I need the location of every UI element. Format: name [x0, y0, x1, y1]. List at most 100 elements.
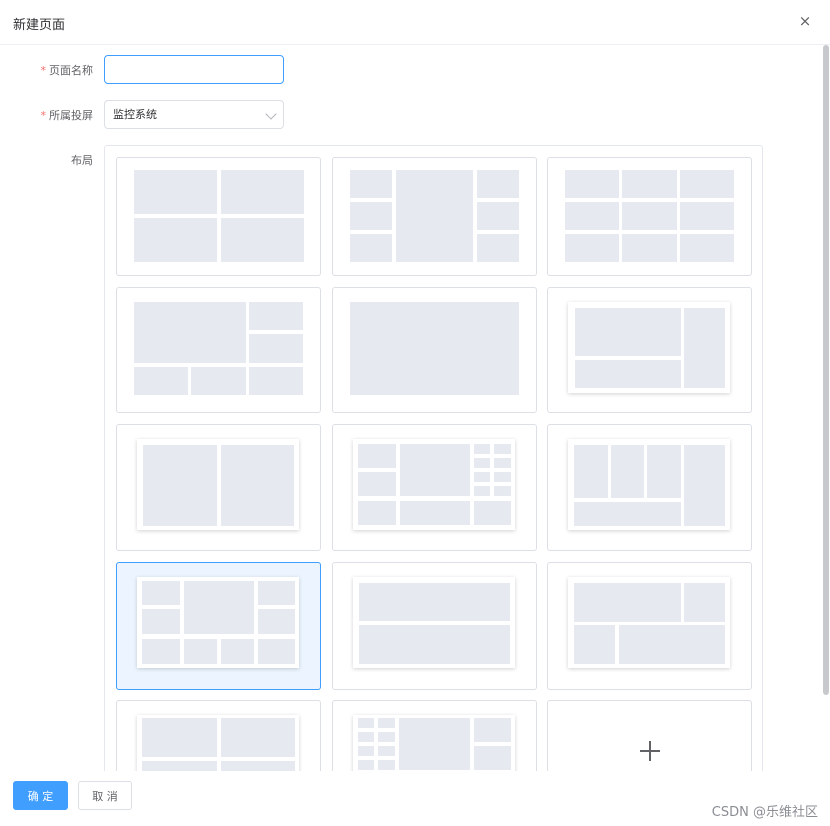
watermark: CSDN @乐维社区 — [711, 805, 818, 820]
layout-block — [622, 202, 677, 230]
layout-block — [142, 639, 180, 664]
screen-select-value: 监控系统 — [113, 108, 157, 121]
cancel-button[interactable]: 取 消 — [78, 781, 132, 810]
layout-block — [399, 718, 470, 770]
layout-block — [574, 445, 608, 498]
layout-block — [494, 472, 511, 482]
scrollbar-thumb[interactable] — [823, 45, 829, 695]
layout-block — [565, 202, 619, 230]
layout-block — [350, 202, 392, 230]
layout-block — [474, 718, 511, 742]
layout-block — [565, 234, 619, 262]
layout-block — [221, 170, 304, 214]
layout-block — [574, 583, 681, 622]
close-icon[interactable]: × — [796, 12, 814, 30]
layout-block — [494, 486, 511, 496]
layout-block — [474, 444, 490, 454]
layout-block — [350, 234, 392, 262]
layout-block — [142, 718, 217, 757]
layout-block — [474, 472, 490, 482]
layout-block — [611, 445, 644, 498]
layout-block — [622, 234, 677, 262]
layout-block — [378, 760, 395, 770]
layout-block — [249, 367, 303, 395]
page-name-input[interactable] — [104, 55, 284, 84]
layout-card-12[interactable] — [547, 562, 752, 690]
layout-card-2[interactable] — [332, 157, 537, 276]
layout-block — [134, 302, 246, 363]
layout-card-4[interactable] — [116, 287, 321, 413]
layout-block — [378, 732, 395, 742]
layout-card-1[interactable] — [116, 157, 321, 276]
layout-block — [494, 458, 511, 468]
confirm-button[interactable]: 确 定 — [13, 781, 68, 810]
layout-block — [477, 234, 519, 262]
dialog-title: 新建页面 — [13, 18, 66, 33]
layout-block — [378, 746, 395, 756]
layout-block — [474, 501, 511, 525]
layout-block — [474, 746, 511, 770]
required-mark: * — [40, 109, 47, 122]
layout-block — [143, 445, 217, 526]
layout-block — [359, 583, 510, 621]
layout-block — [358, 472, 396, 496]
layout-block — [358, 444, 396, 468]
layout-block — [350, 170, 392, 198]
layout-block — [258, 581, 295, 605]
layout-block — [142, 581, 180, 605]
layout-card-9[interactable] — [547, 424, 752, 551]
layout-block — [477, 202, 519, 230]
layout-block — [684, 445, 725, 526]
layout-block — [258, 609, 295, 634]
required-mark: * — [40, 64, 47, 77]
layout-block — [575, 360, 681, 388]
layout-block — [358, 732, 374, 742]
layout-block — [358, 501, 396, 525]
layout-block — [142, 609, 180, 634]
layout-label: 布局 — [71, 154, 93, 167]
layout-card-11[interactable] — [332, 562, 537, 690]
layout-card-10[interactable] — [116, 562, 321, 690]
layout-block — [221, 639, 254, 664]
layout-block — [574, 502, 681, 526]
layout-block — [191, 367, 246, 395]
layout-block — [134, 170, 217, 214]
layout-block — [680, 234, 734, 262]
layout-block — [619, 625, 725, 664]
page-name-label-text: 页面名称 — [49, 64, 93, 77]
layout-block — [400, 444, 470, 496]
layout-block — [396, 170, 473, 262]
layout-block — [249, 302, 303, 330]
layout-block — [184, 581, 254, 634]
layout-block — [378, 718, 395, 728]
layout-block — [134, 218, 217, 262]
screen-select[interactable]: 监控系统 — [104, 100, 284, 129]
layout-card-8[interactable] — [332, 424, 537, 551]
layout-block — [134, 367, 188, 395]
screen-label-text: 所属投屏 — [49, 109, 93, 122]
layout-block — [221, 218, 304, 262]
layout-block — [680, 170, 734, 198]
layout-block — [359, 625, 510, 664]
layout-block — [477, 170, 519, 198]
layout-card-7[interactable] — [116, 424, 321, 551]
dialog-footer: 确 定 取 消 CSDN @乐维社区 — [0, 771, 830, 826]
layout-card-6[interactable] — [547, 287, 752, 413]
plus-icon — [640, 741, 660, 761]
layout-block — [647, 445, 681, 498]
page-name-label: * 页面名称 — [33, 62, 94, 78]
layout-block — [474, 486, 490, 496]
layout-block — [565, 170, 619, 198]
layout-block — [184, 639, 217, 664]
layout-block — [574, 625, 615, 664]
layout-block — [575, 308, 681, 356]
layout-block — [494, 444, 511, 454]
dialog-header: 新建页面 × — [0, 0, 830, 45]
layout-block — [474, 458, 490, 468]
layout-card-5[interactable] — [332, 287, 537, 413]
layout-panel — [104, 145, 763, 785]
layout-card-3[interactable] — [547, 157, 752, 276]
chevron-down-icon — [265, 108, 277, 120]
layout-block — [350, 302, 519, 395]
layout-block — [680, 202, 734, 230]
